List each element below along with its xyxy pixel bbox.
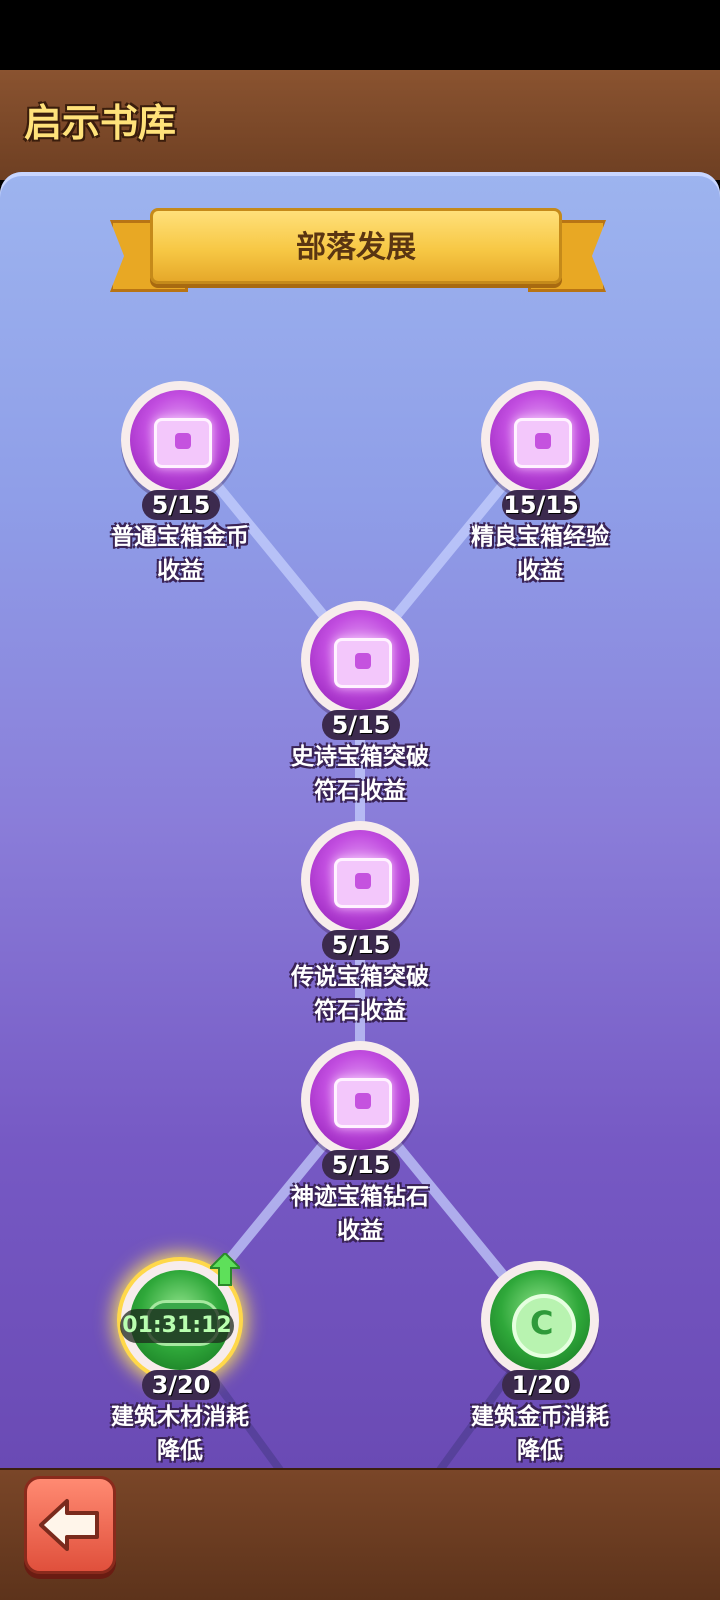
skill-count: 3/20 <box>142 1370 220 1400</box>
section-title: 部落发展 <box>296 230 416 265</box>
skill-count: 5/15 <box>322 710 400 740</box>
coin-icon <box>512 1294 576 1358</box>
skill-node-epic-chest-rune[interactable] <box>301 601 419 719</box>
treasure-chest-icon <box>334 638 392 688</box>
back-button[interactable] <box>24 1476 116 1574</box>
skill-node-miracle-chest-diamond[interactable] <box>301 1041 419 1159</box>
skill-node-common-chest-gold[interactable] <box>121 381 239 499</box>
skill-count: 5/15 <box>142 490 220 520</box>
skill-label: 建筑木材消耗 降低 <box>111 1404 249 1464</box>
skill-count: 15/15 <box>502 490 580 520</box>
skill-label: 史诗宝箱突破 符石收益 <box>291 744 429 804</box>
treasure-chest-icon <box>154 418 212 468</box>
skill-node-rare-chest-exp[interactable] <box>481 381 599 499</box>
skill-node-legend-chest-rune[interactable] <box>301 821 419 939</box>
treasure-chest-icon <box>334 858 392 908</box>
skill-label: 建筑金币消耗 降低 <box>471 1404 609 1464</box>
skill-label: 普通宝箱金币 收益 <box>111 524 249 584</box>
skill-count: 5/15 <box>322 1150 400 1180</box>
back-arrow-icon <box>39 1499 99 1551</box>
skill-label: 传说宝箱突破 符石收益 <box>291 964 429 1024</box>
upgrade-timer: 01:31:12 <box>120 1309 234 1343</box>
treasure-chest-icon <box>334 1078 392 1128</box>
skill-label: 精良宝箱经验 收益 <box>471 524 609 584</box>
skill-count: 1/20 <box>502 1370 580 1400</box>
skill-label: 神迹宝箱钻石 收益 <box>291 1184 429 1244</box>
upgrade-arrow-icon <box>210 1253 240 1286</box>
treasure-chest-icon <box>514 418 572 468</box>
skill-node-gold-cost[interactable] <box>481 1261 599 1379</box>
skill-count: 5/15 <box>322 930 400 960</box>
